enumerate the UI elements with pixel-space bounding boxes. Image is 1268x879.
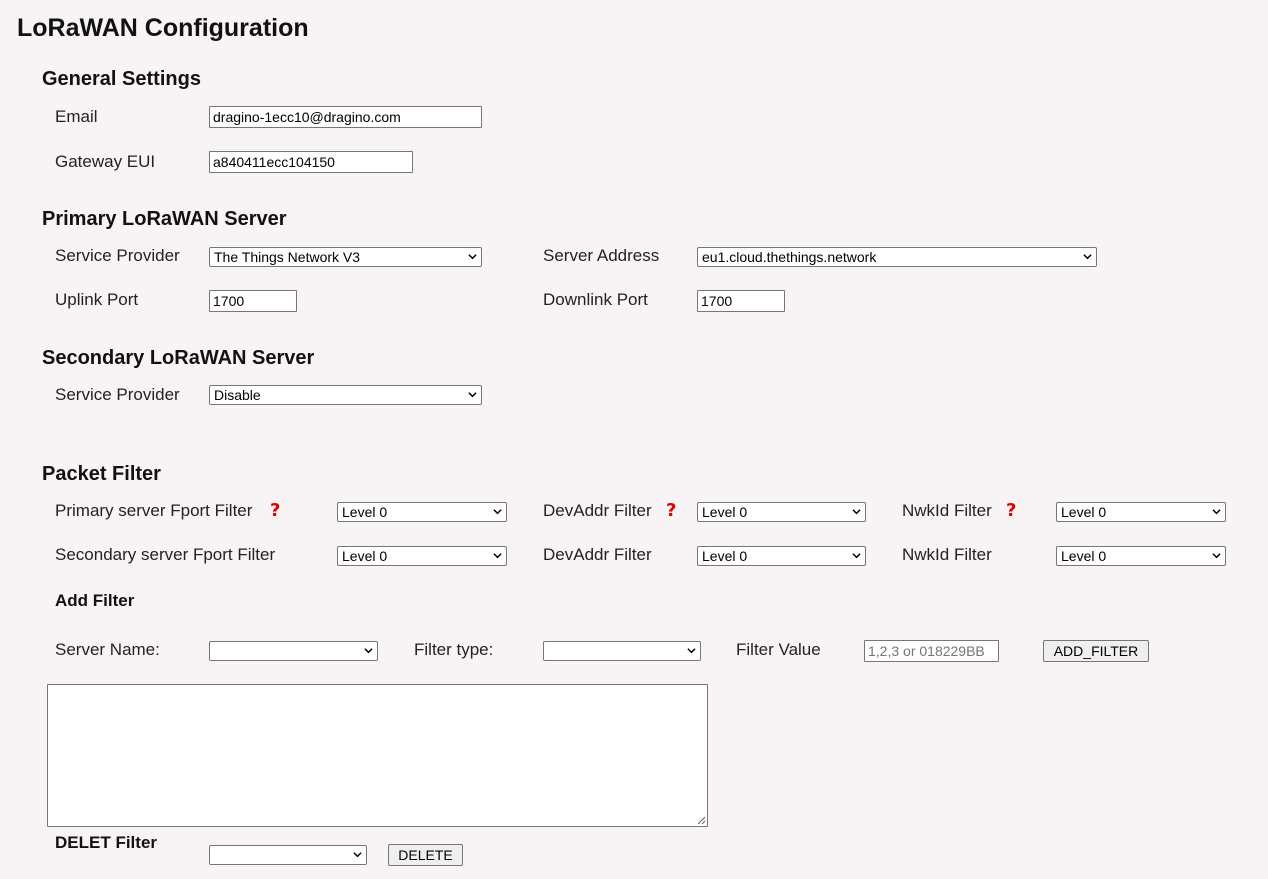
help-icon[interactable]: ?: [1006, 500, 1016, 521]
page-title: LoRaWAN Configuration: [17, 14, 309, 42]
chevron-down-icon: [493, 553, 502, 559]
filter-list-textarea[interactable]: [47, 684, 708, 827]
help-icon[interactable]: ?: [270, 500, 280, 521]
email-label: Email: [55, 107, 98, 126]
chevron-down-icon: [353, 852, 362, 858]
general-settings-heading: General Settings: [42, 68, 201, 90]
chevron-down-icon: [687, 648, 696, 654]
secondary-nwkid-filter-select[interactable]: Level 0: [1056, 546, 1226, 566]
secondary-devaddr-filter-value: Level 0: [702, 548, 748, 564]
filter-value-input[interactable]: [864, 640, 999, 662]
chevron-down-icon: [1083, 254, 1092, 260]
help-icon[interactable]: ?: [666, 500, 676, 521]
delete-filter-select[interactable]: [209, 845, 367, 865]
chevron-down-icon: [1212, 553, 1221, 559]
primary-fport-filter-label: Primary server Fport Filter: [55, 501, 253, 520]
secondary-devaddr-filter-label: DevAddr Filter: [543, 545, 652, 564]
delete-button[interactable]: DELETE: [388, 844, 463, 866]
primary-devaddr-filter-select[interactable]: Level 0: [697, 502, 866, 522]
server-name-select[interactable]: [209, 641, 378, 661]
primary-nwkid-filter-select[interactable]: Level 0: [1056, 502, 1226, 522]
primary-fport-filter-select[interactable]: Level 0: [337, 502, 507, 522]
primary-devaddr-filter-value: Level 0: [702, 504, 748, 520]
chevron-down-icon: [493, 509, 502, 515]
filter-type-select[interactable]: [543, 641, 701, 661]
primary-fport-filter-value: Level 0: [342, 504, 388, 520]
chevron-down-icon: [364, 648, 373, 654]
filter-value-label: Filter Value: [736, 640, 821, 659]
add-filter-button[interactable]: ADD_FILTER: [1043, 640, 1149, 662]
secondary-server-heading: Secondary LoRaWAN Server: [42, 347, 315, 369]
primary-nwkid-filter-value: Level 0: [1061, 504, 1107, 520]
server-address-label: Server Address: [543, 246, 660, 265]
primary-nwkid-filter-label: NwkId Filter: [902, 501, 992, 520]
gateway-eui-label: Gateway EUI: [55, 152, 156, 171]
secondary-service-provider-label: Service Provider: [55, 385, 180, 404]
primary-server-heading: Primary LoRaWAN Server: [42, 208, 287, 230]
server-address-value: eu1.cloud.thethings.network: [702, 249, 877, 265]
chevron-down-icon: [468, 392, 477, 398]
server-address-select[interactable]: eu1.cloud.thethings.network: [697, 247, 1097, 267]
primary-service-provider-value: The Things Network V3: [214, 249, 361, 265]
downlink-port-field[interactable]: [697, 290, 785, 312]
delete-filter-heading: DELET Filter: [55, 833, 158, 852]
secondary-fport-filter-value: Level 0: [342, 548, 388, 564]
secondary-nwkid-filter-label: NwkId Filter: [902, 545, 992, 564]
server-name-label: Server Name:: [55, 640, 160, 659]
secondary-devaddr-filter-select[interactable]: Level 0: [697, 546, 866, 566]
secondary-service-provider-select[interactable]: Disable: [209, 385, 482, 405]
resize-grip-icon[interactable]: [696, 815, 706, 825]
chevron-down-icon: [852, 509, 861, 515]
uplink-port-field[interactable]: [209, 290, 297, 312]
gateway-eui-field[interactable]: [209, 151, 413, 173]
packet-filter-heading: Packet Filter: [42, 463, 161, 485]
filter-type-label: Filter type:: [414, 640, 494, 659]
downlink-port-label: Downlink Port: [543, 290, 648, 309]
add-filter-heading: Add Filter: [55, 591, 135, 610]
secondary-nwkid-filter-value: Level 0: [1061, 548, 1107, 564]
email-field[interactable]: [209, 106, 482, 128]
chevron-down-icon: [1212, 509, 1221, 515]
secondary-fport-filter-select[interactable]: Level 0: [337, 546, 507, 566]
secondary-fport-filter-label: Secondary server Fport Filter: [55, 545, 276, 564]
primary-devaddr-filter-label: DevAddr Filter: [543, 501, 652, 520]
chevron-down-icon: [468, 254, 477, 260]
chevron-down-icon: [852, 553, 861, 559]
primary-service-provider-select[interactable]: The Things Network V3: [209, 247, 482, 267]
primary-service-provider-label: Service Provider: [55, 246, 180, 265]
secondary-service-provider-value: Disable: [214, 387, 261, 403]
uplink-port-label: Uplink Port: [55, 290, 139, 309]
